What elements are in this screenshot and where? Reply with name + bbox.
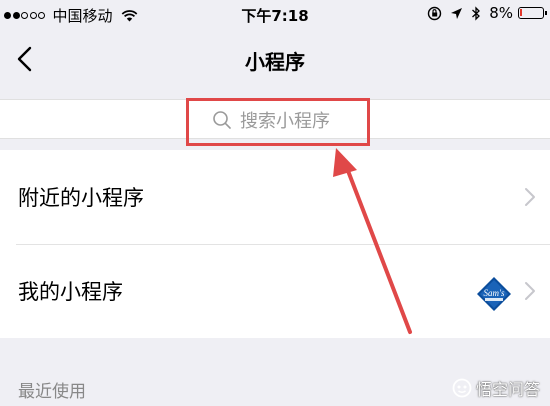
section-header-recent: 最近使用 xyxy=(18,382,86,402)
orientation-lock-icon xyxy=(428,6,442,20)
list-item-nearby[interactable]: 附近的小程序 xyxy=(0,150,550,245)
chevron-right-icon xyxy=(525,188,535,206)
watermark: 悟空问答 xyxy=(452,376,540,400)
mini-program-list: 附近的小程序 我的小程序 xyxy=(0,150,550,338)
annotation-highlight-box xyxy=(186,98,370,146)
chevron-right-icon xyxy=(525,282,535,300)
page-title: 小程序 xyxy=(245,50,305,74)
location-icon xyxy=(451,7,463,19)
wukong-logo-icon xyxy=(452,378,472,398)
list-item-my-programs[interactable]: 我的小程序 xyxy=(0,244,550,338)
battery-percent: 8% xyxy=(489,4,513,22)
status-bar: 中国移动 下午7:18 8% xyxy=(0,0,550,30)
bluetooth-icon xyxy=(472,5,481,21)
watermark-text: 悟空问答 xyxy=(475,380,540,399)
sams-club-logo: Sam's xyxy=(477,277,511,311)
battery-icon xyxy=(518,7,547,19)
battery-level-fill xyxy=(520,9,522,16)
status-right: 8% xyxy=(419,4,547,22)
list-item-label: 我的小程序 xyxy=(18,280,123,304)
nav-bar: 小程序 xyxy=(0,30,550,88)
svg-text:Sam's: Sam's xyxy=(484,288,505,298)
list-item-label: 附近的小程序 xyxy=(18,186,144,210)
